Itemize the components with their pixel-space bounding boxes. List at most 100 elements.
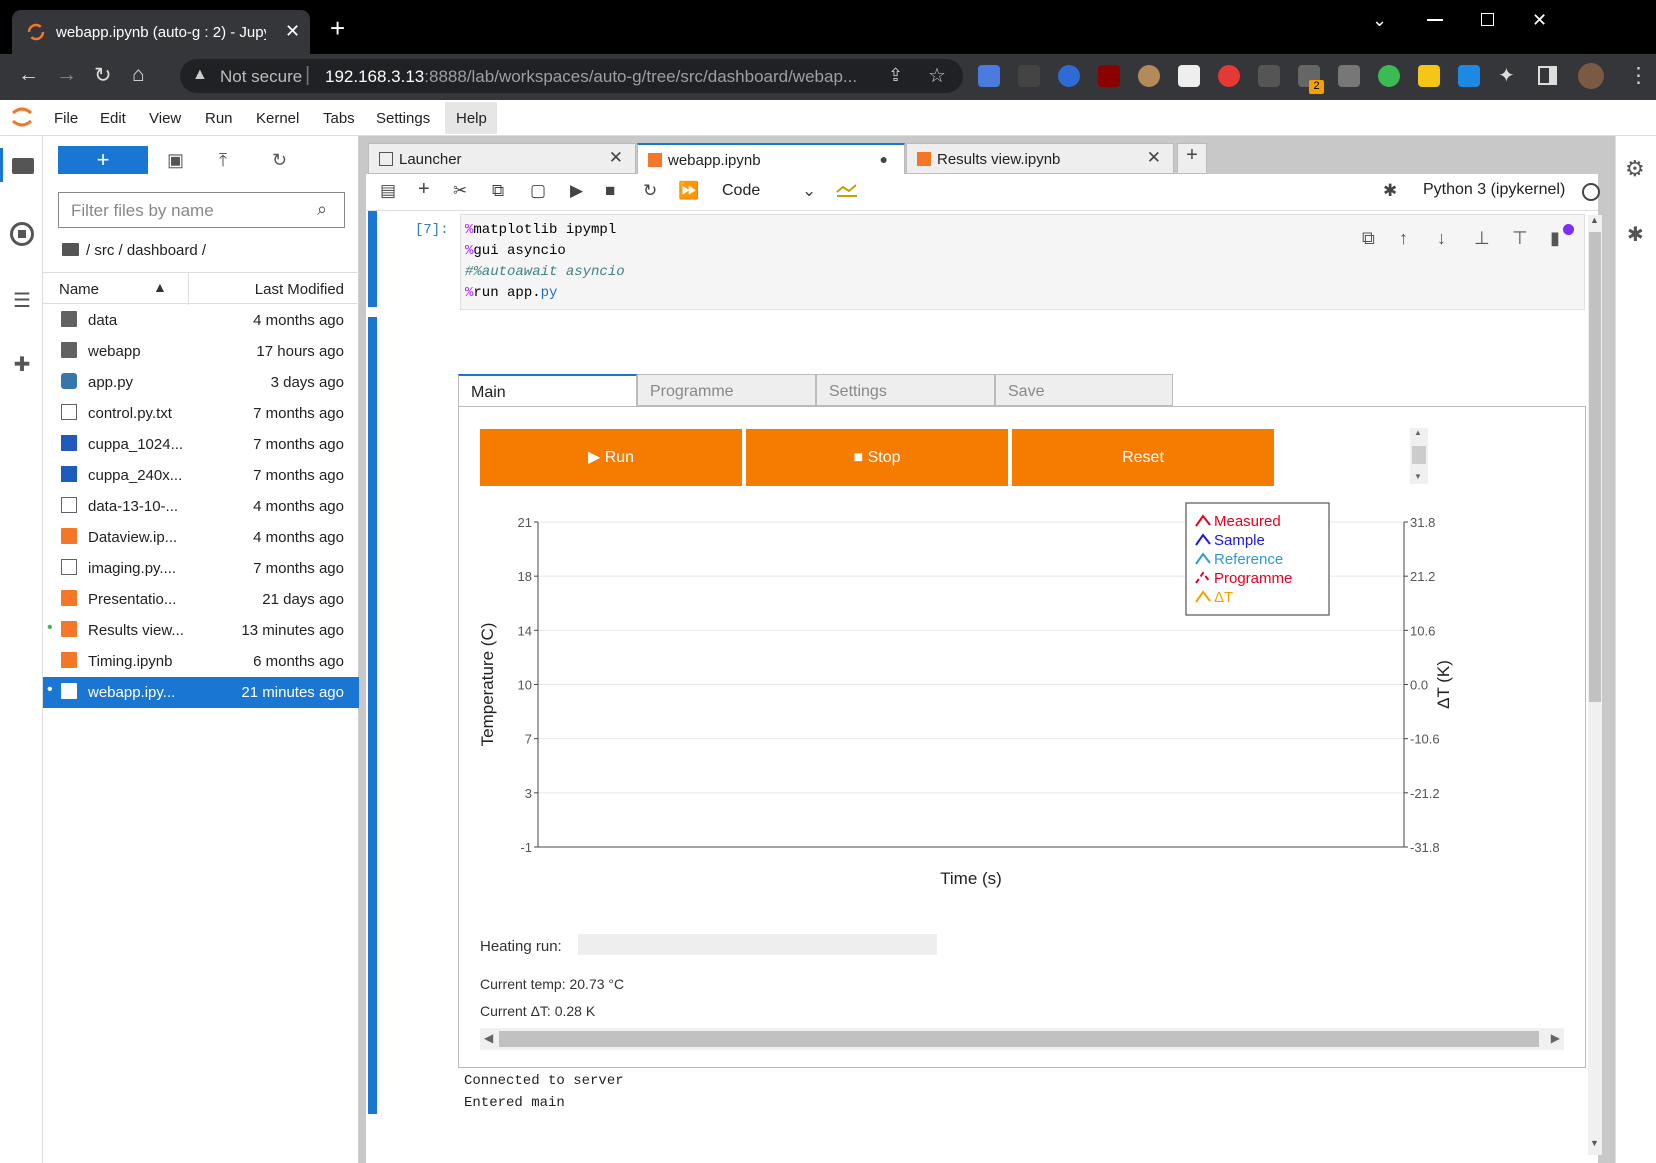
window-extension-icon[interactable] bbox=[1178, 65, 1200, 87]
refresh-icon[interactable]: ↻ bbox=[272, 150, 287, 171]
scroll-up-icon[interactable]: ▲ bbox=[1590, 215, 1599, 225]
running-panel-icon[interactable] bbox=[10, 222, 34, 246]
extensions-panel-icon[interactable]: ✚ bbox=[10, 352, 34, 376]
reset-button[interactable]: Reset bbox=[1012, 429, 1274, 486]
shield-extension-icon[interactable] bbox=[1058, 65, 1080, 87]
menu-help[interactable]: Help bbox=[456, 110, 487, 127]
browser-tab[interactable]: webapp.ipynb (auto-g : 2) - Jupyt ✕ bbox=[12, 10, 310, 54]
file-row[interactable]: Presentatio... 21 days ago bbox=[43, 584, 359, 615]
scroll-right-icon[interactable]: ▶ bbox=[1551, 1031, 1560, 1045]
puzzle-extensions-icon[interactable]: ✦ bbox=[1498, 63, 1515, 88]
upload-icon[interactable]: ⤒ bbox=[219, 150, 227, 171]
tab-settings[interactable]: Settings bbox=[816, 374, 995, 406]
trash-extension-icon[interactable] bbox=[1338, 65, 1360, 87]
new-tab-button[interactable]: + bbox=[330, 15, 345, 41]
chevron-down-icon[interactable]: ⌄ bbox=[802, 181, 816, 201]
maximize-button[interactable] bbox=[1481, 13, 1494, 26]
red-extension-icon[interactable] bbox=[1218, 65, 1240, 87]
breadcrumb[interactable]: / src / dashboard / bbox=[86, 242, 206, 259]
chart-legend[interactable]: Measured Sample Reference Programme ΔT bbox=[1185, 502, 1330, 616]
ublock-extension-icon[interactable] bbox=[1098, 65, 1120, 87]
restart-run-all-icon[interactable]: ⏩ bbox=[678, 181, 699, 201]
code-editor[interactable]: %matplotlib ipympl %gui asyncio #%autoaw… bbox=[460, 214, 1585, 310]
tab-main[interactable]: Main bbox=[458, 374, 637, 406]
close-icon[interactable]: ✕ bbox=[1147, 148, 1161, 168]
run-button[interactable]: ▶ Run bbox=[480, 429, 742, 486]
horizontal-scrollbar[interactable]: ◀ ▶ bbox=[480, 1028, 1564, 1050]
hat-extension-icon[interactable] bbox=[1258, 65, 1280, 87]
cell-collapser[interactable] bbox=[368, 211, 377, 307]
trend-icon[interactable] bbox=[836, 182, 858, 198]
insert-below-icon[interactable]: ⊤ bbox=[1512, 228, 1528, 249]
file-row[interactable]: • Results view... 13 minutes ago bbox=[43, 615, 359, 646]
menu-file[interactable]: File bbox=[54, 110, 78, 127]
file-row[interactable]: data 4 months ago bbox=[43, 305, 359, 336]
stop-button[interactable]: ■ Stop bbox=[746, 429, 1008, 486]
file-row[interactable]: cuppa_1024... 7 months ago bbox=[43, 429, 359, 460]
insert-cell-icon[interactable]: + bbox=[418, 178, 430, 201]
a-extension-icon[interactable] bbox=[1458, 65, 1480, 87]
toc-panel-icon[interactable]: ☰ bbox=[10, 288, 34, 312]
scroll-up-icon[interactable]: ▲ bbox=[1414, 428, 1422, 437]
minimize-button[interactable] bbox=[1427, 19, 1443, 21]
tab-save[interactable]: Save bbox=[995, 374, 1173, 406]
forward-arrow-icon[interactable]: → bbox=[56, 63, 77, 87]
interrupt-icon[interactable]: ■ bbox=[605, 181, 615, 201]
scroll-down-icon[interactable]: ▼ bbox=[1414, 472, 1422, 481]
duplicate-cell-icon[interactable]: ⧉ bbox=[1362, 228, 1375, 249]
menu-run[interactable]: Run bbox=[205, 110, 233, 127]
widget-scrollbar[interactable]: ▲ ▼ bbox=[1410, 428, 1428, 484]
script-extension-icon[interactable] bbox=[1018, 65, 1040, 87]
scrollbar-thumb[interactable] bbox=[499, 1031, 1539, 1047]
insert-above-icon[interactable]: ⊥ bbox=[1474, 228, 1490, 249]
glasses-extension-icon[interactable] bbox=[1138, 65, 1160, 87]
sort-up-icon[interactable]: ▲ bbox=[153, 279, 167, 295]
file-row[interactable]: webapp 17 hours ago bbox=[43, 336, 359, 367]
bookmark-star-icon[interactable]: ☆ bbox=[928, 63, 946, 88]
tab-programme[interactable]: Programme bbox=[637, 374, 816, 406]
avatar[interactable] bbox=[1578, 63, 1604, 89]
temperature-chart[interactable]: 21 18 14 10 7 3 -1 31.8 21.2 10.6 0.0 -10.6 -21.2 -3… bbox=[470, 500, 1550, 910]
address-bar[interactable]: ▲ Not secure | 192.168.3.13:8888/lab/wor… bbox=[180, 59, 963, 93]
share-icon[interactable]: ⇪ bbox=[888, 65, 903, 86]
paste-icon[interactable]: ▢ bbox=[530, 181, 546, 201]
download-extension-icon[interactable] bbox=[1418, 65, 1440, 87]
reload-icon[interactable]: ↻ bbox=[94, 63, 112, 88]
move-down-icon[interactable]: ↓ bbox=[1437, 228, 1446, 249]
cut-icon[interactable]: ✂ bbox=[453, 181, 467, 201]
delete-cell-icon[interactable]: ▮ bbox=[1550, 228, 1560, 249]
file-row[interactable]: imaging.py.... 7 months ago bbox=[43, 553, 359, 584]
sync-extension-icon[interactable] bbox=[1378, 65, 1400, 87]
debugger-icon[interactable]: ✱ bbox=[1383, 181, 1397, 201]
name-column-header[interactable]: Name bbox=[59, 281, 99, 298]
scrollbar-thumb[interactable] bbox=[1589, 232, 1601, 702]
run-cell-icon[interactable]: ▶ bbox=[570, 181, 583, 201]
menu-tabs[interactable]: Tabs bbox=[323, 110, 355, 127]
restart-icon[interactable]: ↻ bbox=[643, 181, 657, 201]
menu-edit[interactable]: Edit bbox=[100, 110, 126, 127]
scrollbar-thumb[interactable] bbox=[1412, 446, 1426, 464]
copy-icon[interactable]: ⧉ bbox=[492, 181, 504, 201]
new-launcher-button[interactable]: + bbox=[58, 146, 148, 174]
scroll-left-icon[interactable]: ◀ bbox=[484, 1031, 493, 1045]
debugger-panel-icon[interactable]: ✱ bbox=[1627, 222, 1644, 247]
close-icon[interactable]: ✕ bbox=[609, 148, 623, 168]
close-tab-icon[interactable]: ✕ bbox=[285, 21, 300, 42]
close-window-button[interactable]: ✕ bbox=[1532, 10, 1547, 31]
filter-input[interactable]: Filter files by name ⌕ bbox=[58, 192, 345, 228]
menu-view[interactable]: View bbox=[149, 110, 181, 127]
file-row[interactable]: • webapp.ipy... 21 minutes ago bbox=[43, 677, 359, 708]
menu-kernel[interactable]: Kernel bbox=[256, 110, 299, 127]
new-folder-icon[interactable]: ▣ bbox=[167, 150, 184, 171]
add-tab-button[interactable]: + bbox=[1177, 143, 1207, 174]
scroll-down-icon[interactable]: ▼ bbox=[1590, 1138, 1599, 1148]
translate-extension-icon[interactable] bbox=[978, 65, 1000, 87]
file-row[interactable]: Timing.ipynb 6 months ago bbox=[43, 646, 359, 677]
move-up-icon[interactable]: ↑ bbox=[1399, 228, 1408, 249]
save-icon[interactable]: ▤ bbox=[380, 181, 396, 201]
home-icon[interactable]: ⌂ bbox=[132, 63, 145, 87]
folder-icon[interactable] bbox=[62, 243, 79, 256]
file-row[interactable]: data-13-10-... 4 months ago bbox=[43, 491, 359, 522]
kebab-menu-icon[interactable]: ⋮ bbox=[1628, 63, 1649, 88]
menu-settings[interactable]: Settings bbox=[376, 110, 430, 127]
